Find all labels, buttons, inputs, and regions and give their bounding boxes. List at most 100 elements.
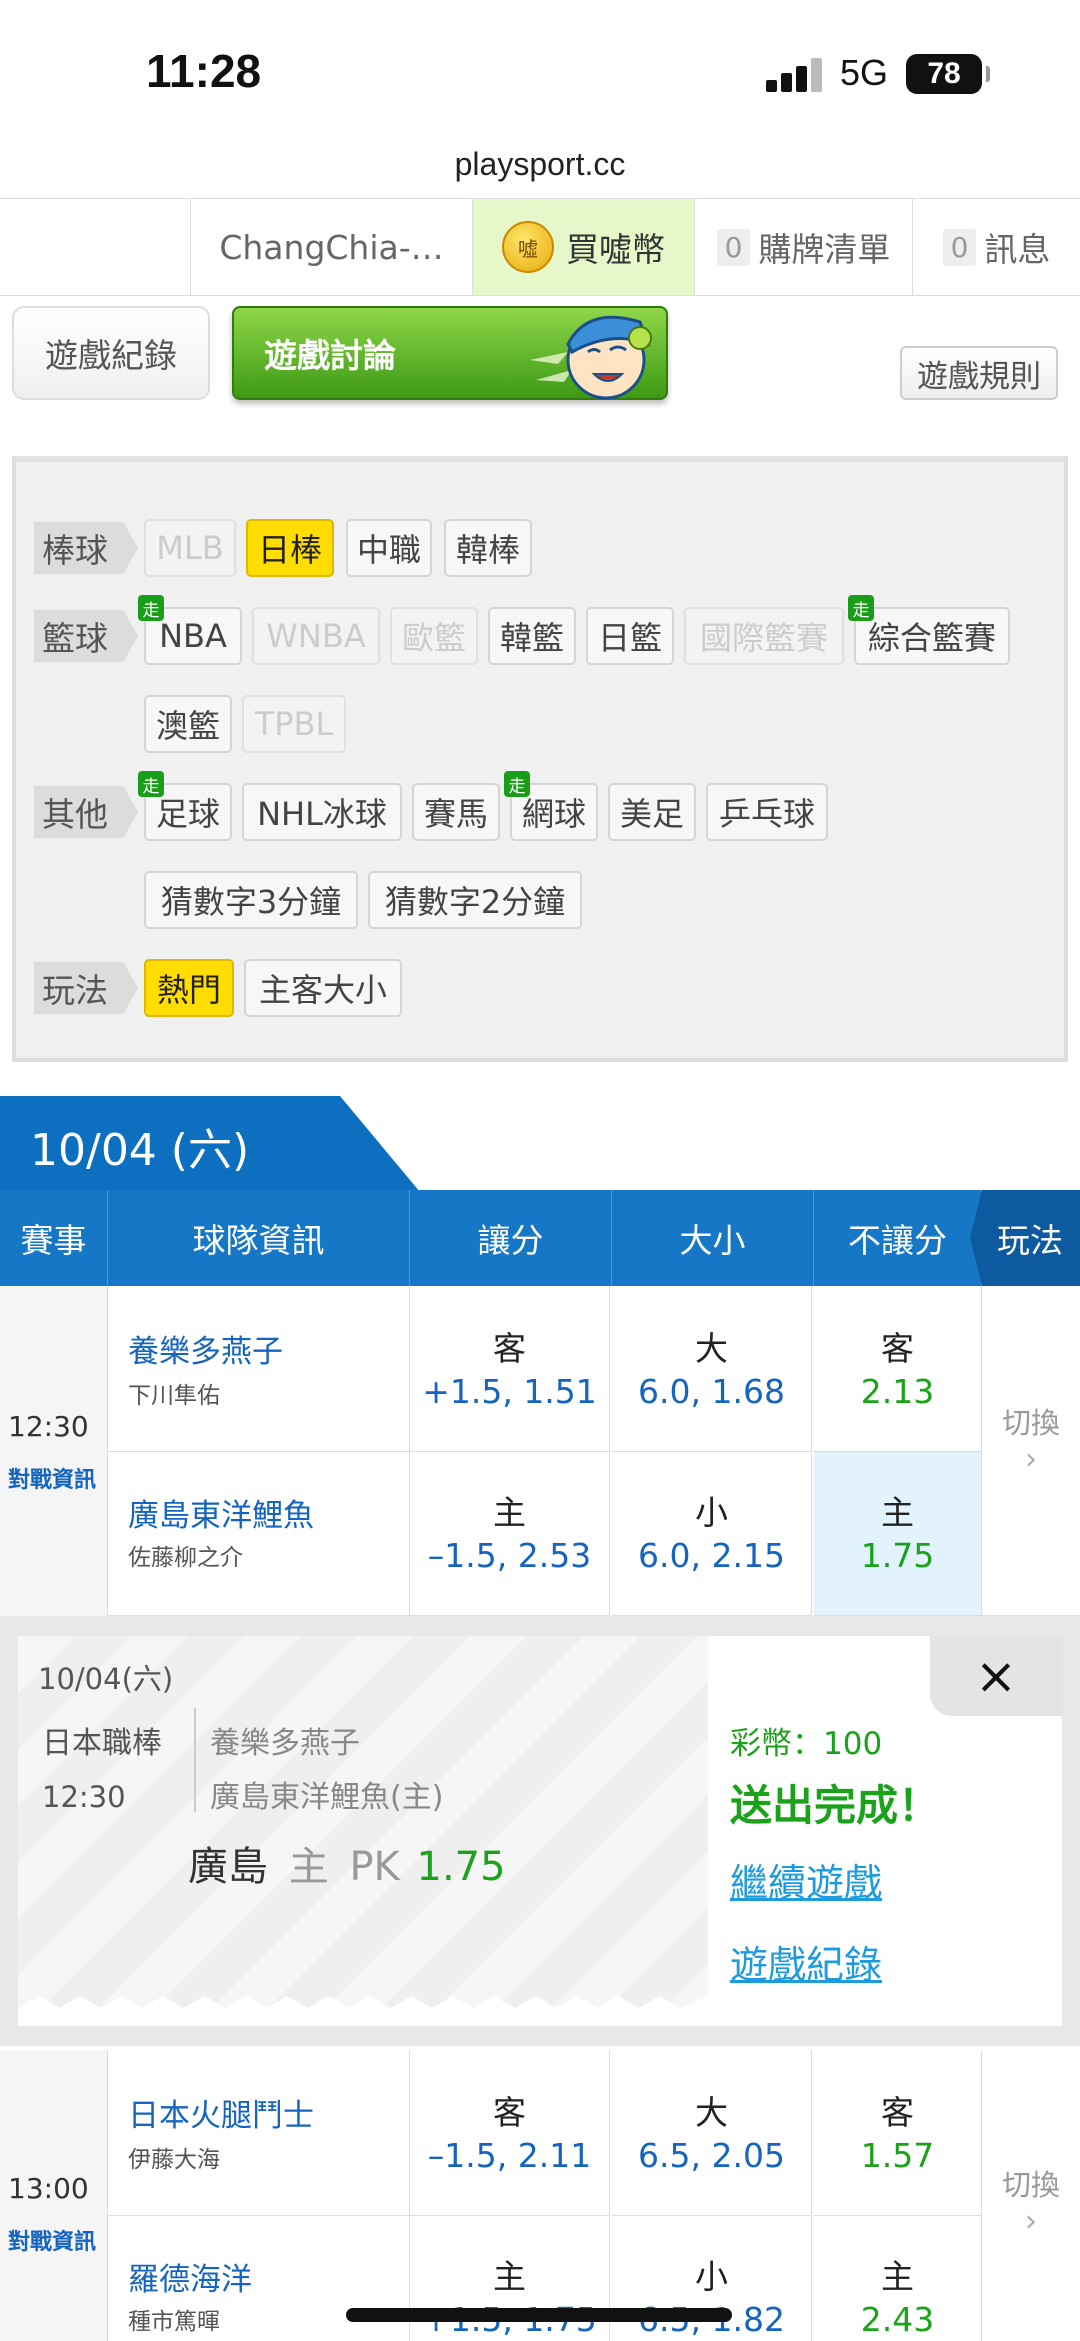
odds-ml-away[interactable]: 客 1.57 — [814, 2050, 982, 2216]
chip-cpbl[interactable]: 中職 — [346, 519, 432, 577]
vs-info-link[interactable]: 對戰資訊 — [8, 2224, 96, 2256]
user-name[interactable]: ChangChia-… — [190, 199, 472, 295]
chip-nba[interactable]: 走 NBA — [138, 595, 242, 665]
top-nav: ChangChia-… 噓 買噓幣 0 購牌清單 0 訊息 — [0, 198, 1080, 296]
chip-euro-basketball[interactable]: 歐籃 — [390, 607, 478, 665]
header-team: 球隊資訊 — [108, 1190, 410, 1286]
popup-date: 10/04(六) — [38, 1662, 174, 1696]
popup-time: 12:30 — [42, 1780, 126, 1814]
chip-table-tennis[interactable]: 乒乓球 — [706, 783, 828, 841]
coin-cost: 彩幣：100 — [730, 1726, 883, 1762]
chip-guess-2min[interactable]: 猜數字2分鐘 — [368, 871, 582, 929]
team-cell: 養樂多燕子 下川隼佑 — [108, 1286, 410, 1452]
chip-kbo[interactable]: 韓棒 — [444, 519, 532, 577]
game-discuss-label: 遊戲討論 — [264, 336, 396, 375]
odds-total-under[interactable]: 小 6.5, 1.82 — [612, 2216, 812, 2341]
chip-american-football[interactable]: 美足 — [608, 783, 696, 841]
odds-spread-home[interactable]: 主 +1.5, 1.75 — [410, 2216, 610, 2341]
odds-total-under[interactable]: 小 6.0, 2.15 — [612, 1452, 812, 1616]
pitcher-name: 佐藤柳之介 — [128, 1545, 243, 1571]
network-type: 5G — [840, 52, 889, 93]
chip-wnba[interactable]: WNBA — [252, 607, 380, 665]
odds-total-over[interactable]: 大 6.5, 2.05 — [612, 2050, 812, 2216]
chip-intl-basketball[interactable]: 國際籃賽 — [684, 607, 844, 665]
chip-mixed-basketball[interactable]: 走 綜合籃賽 — [848, 595, 1010, 665]
messages-count: 0 — [942, 228, 977, 266]
continue-game-link[interactable]: 繼續遊戲 — [730, 1852, 882, 1907]
odds-spread-away[interactable]: 客 +1.5, 1.51 — [410, 1286, 610, 1452]
chip-horse-racing[interactable]: 賽馬 — [412, 783, 500, 841]
chip-korea-basketball[interactable]: 韓籃 — [488, 607, 576, 665]
header-play[interactable]: 玩法 — [970, 1190, 1080, 1286]
cart-label: 購牌清單 — [758, 230, 891, 269]
pick-side: 主 — [288, 1844, 329, 1890]
chip-aus-basketball[interactable]: 澳籃 — [144, 695, 232, 753]
pitcher-name: 下川隼佑 — [128, 1383, 220, 1409]
close-button[interactable]: × — [930, 1636, 1062, 1716]
game-time: 13:00 — [8, 2172, 89, 2205]
chip-hot[interactable]: 熱門 — [144, 959, 234, 1017]
chip-japan-basketball[interactable]: 日籃 — [586, 607, 674, 665]
category-label-other: 其他 — [34, 786, 138, 838]
team-name[interactable]: 日本火腿鬥士 — [128, 2090, 314, 2135]
signal-icon — [766, 58, 822, 92]
game-discuss-button[interactable]: 遊戲討論 — [232, 306, 668, 400]
team-cell: 廣島東洋鯉魚 佐藤柳之介 — [108, 1452, 410, 1616]
switch-button[interactable]: 切換 › — [982, 2050, 1080, 2341]
chip-npb[interactable]: 日棒 — [246, 519, 334, 577]
odds-spread-away[interactable]: 客 –1.5, 2.11 — [410, 2050, 610, 2216]
chip-nhl[interactable]: NHL冰球 — [242, 783, 402, 841]
pick-team: 廣島 — [188, 1844, 268, 1890]
chip-guess-3min[interactable]: 猜數字3分鐘 — [144, 871, 358, 929]
messages-button[interactable]: 0 訊息 — [912, 199, 1080, 295]
switch-button[interactable]: 切換 › — [982, 1286, 1080, 1616]
vs-info-link[interactable]: 對戰資訊 — [8, 1462, 96, 1494]
cart-button[interactable]: 0 購牌清單 — [694, 199, 912, 295]
bet-slip: 10/04(六) 日本職棒 12:30 養樂多燕子 廣島東洋鯉魚(主) 廣島 主… — [18, 1636, 708, 2026]
chip-soccer[interactable]: 走 足球 — [138, 771, 232, 841]
game-record-link[interactable]: 遊戲紀錄 — [730, 1934, 882, 1989]
category-label-basketball: 籃球 — [34, 610, 138, 662]
odds-ml-away[interactable]: 客 2.13 — [814, 1286, 982, 1452]
success-message: 送出完成！ — [730, 1781, 941, 1830]
team-name[interactable]: 養樂多燕子 — [128, 1326, 283, 1371]
chip-tennis[interactable]: 走 網球 — [504, 771, 598, 841]
table-header: 賽事 球隊資訊 讓分 大小 不讓分 玩法 — [0, 1190, 1080, 1286]
popup-away-team: 養樂多燕子 — [210, 1726, 360, 1761]
team-name[interactable]: 羅德海洋 — [128, 2254, 252, 2299]
url-bar[interactable]: playsport.cc — [0, 146, 1080, 183]
buy-coins-button[interactable]: 噓 買噓幣 — [472, 199, 694, 295]
game-time: 12:30 — [8, 1410, 89, 1443]
bet-confirmation-popup: 10/04(六) 日本職棒 12:30 養樂多燕子 廣島東洋鯉魚(主) 廣島 主… — [0, 1616, 1080, 2046]
popup-league: 日本職棒 — [42, 1726, 162, 1761]
team-cell: 日本火腿鬥士 伊藤大海 — [108, 2050, 410, 2216]
buy-coins-label: 買噓幣 — [566, 230, 665, 269]
popup-pick: 廣島 主 PK 1.75 — [188, 1834, 506, 1892]
chip-mlb[interactable]: MLB — [144, 519, 236, 577]
game-record-button[interactable]: 遊戲紀錄 — [12, 306, 210, 400]
odds-ml-home[interactable]: 主 2.43 — [814, 2216, 982, 2341]
battery-icon: 78 — [906, 54, 990, 94]
header-event: 賽事 — [0, 1190, 108, 1286]
live-badge: 走 — [504, 771, 530, 797]
game-rules-button[interactable]: 遊戲規則 — [900, 346, 1058, 400]
live-badge: 走 — [138, 595, 164, 621]
home-indicator[interactable] — [346, 2308, 732, 2322]
date-label: 10/04 (六) — [30, 1125, 250, 1176]
team-name[interactable]: 廣島東洋鯉魚 — [128, 1490, 314, 1535]
chip-tpbl[interactable]: TPBL — [242, 695, 346, 753]
cart-count: 0 — [716, 228, 751, 266]
odds-spread-home[interactable]: 主 –1.5, 2.53 — [410, 1452, 610, 1616]
pick-type: PK — [349, 1844, 400, 1890]
category-panel: 棒球 MLB 日棒 中職 韓棒 籃球 走 NBA WNBA 歐籃 韓籃 日籃 國… — [12, 456, 1068, 1062]
odds-total-over[interactable]: 大 6.0, 1.68 — [612, 1286, 812, 1452]
team-cell: 羅德海洋 種市篤暉 — [108, 2216, 410, 2341]
chip-home-away-total[interactable]: 主客大小 — [244, 959, 402, 1017]
status-bar: 11:28 5G 78 — [0, 0, 1080, 140]
chevron-right-icon: › — [1025, 2204, 1037, 2239]
header-spread: 讓分 — [410, 1190, 612, 1286]
messages-label: 訊息 — [984, 230, 1051, 269]
odds-ml-home-selected[interactable]: 主 1.75 — [814, 1452, 982, 1616]
mascot-icon — [530, 315, 652, 400]
chevron-right-icon: › — [1025, 1442, 1037, 1477]
